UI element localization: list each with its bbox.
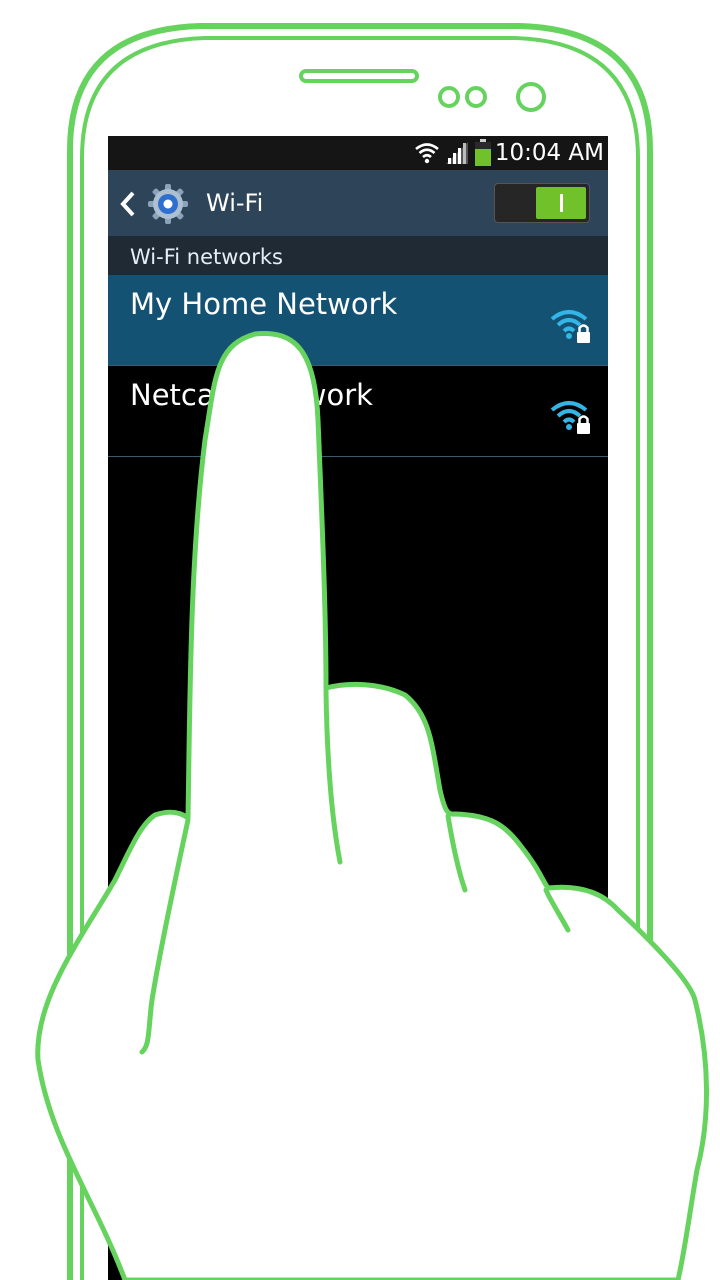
tapping-hand-illustration bbox=[35, 331, 709, 1280]
illustration-stage: 10:04 AM Wi-Fi Wi-Fi networks My Home Ne… bbox=[0, 0, 720, 1280]
